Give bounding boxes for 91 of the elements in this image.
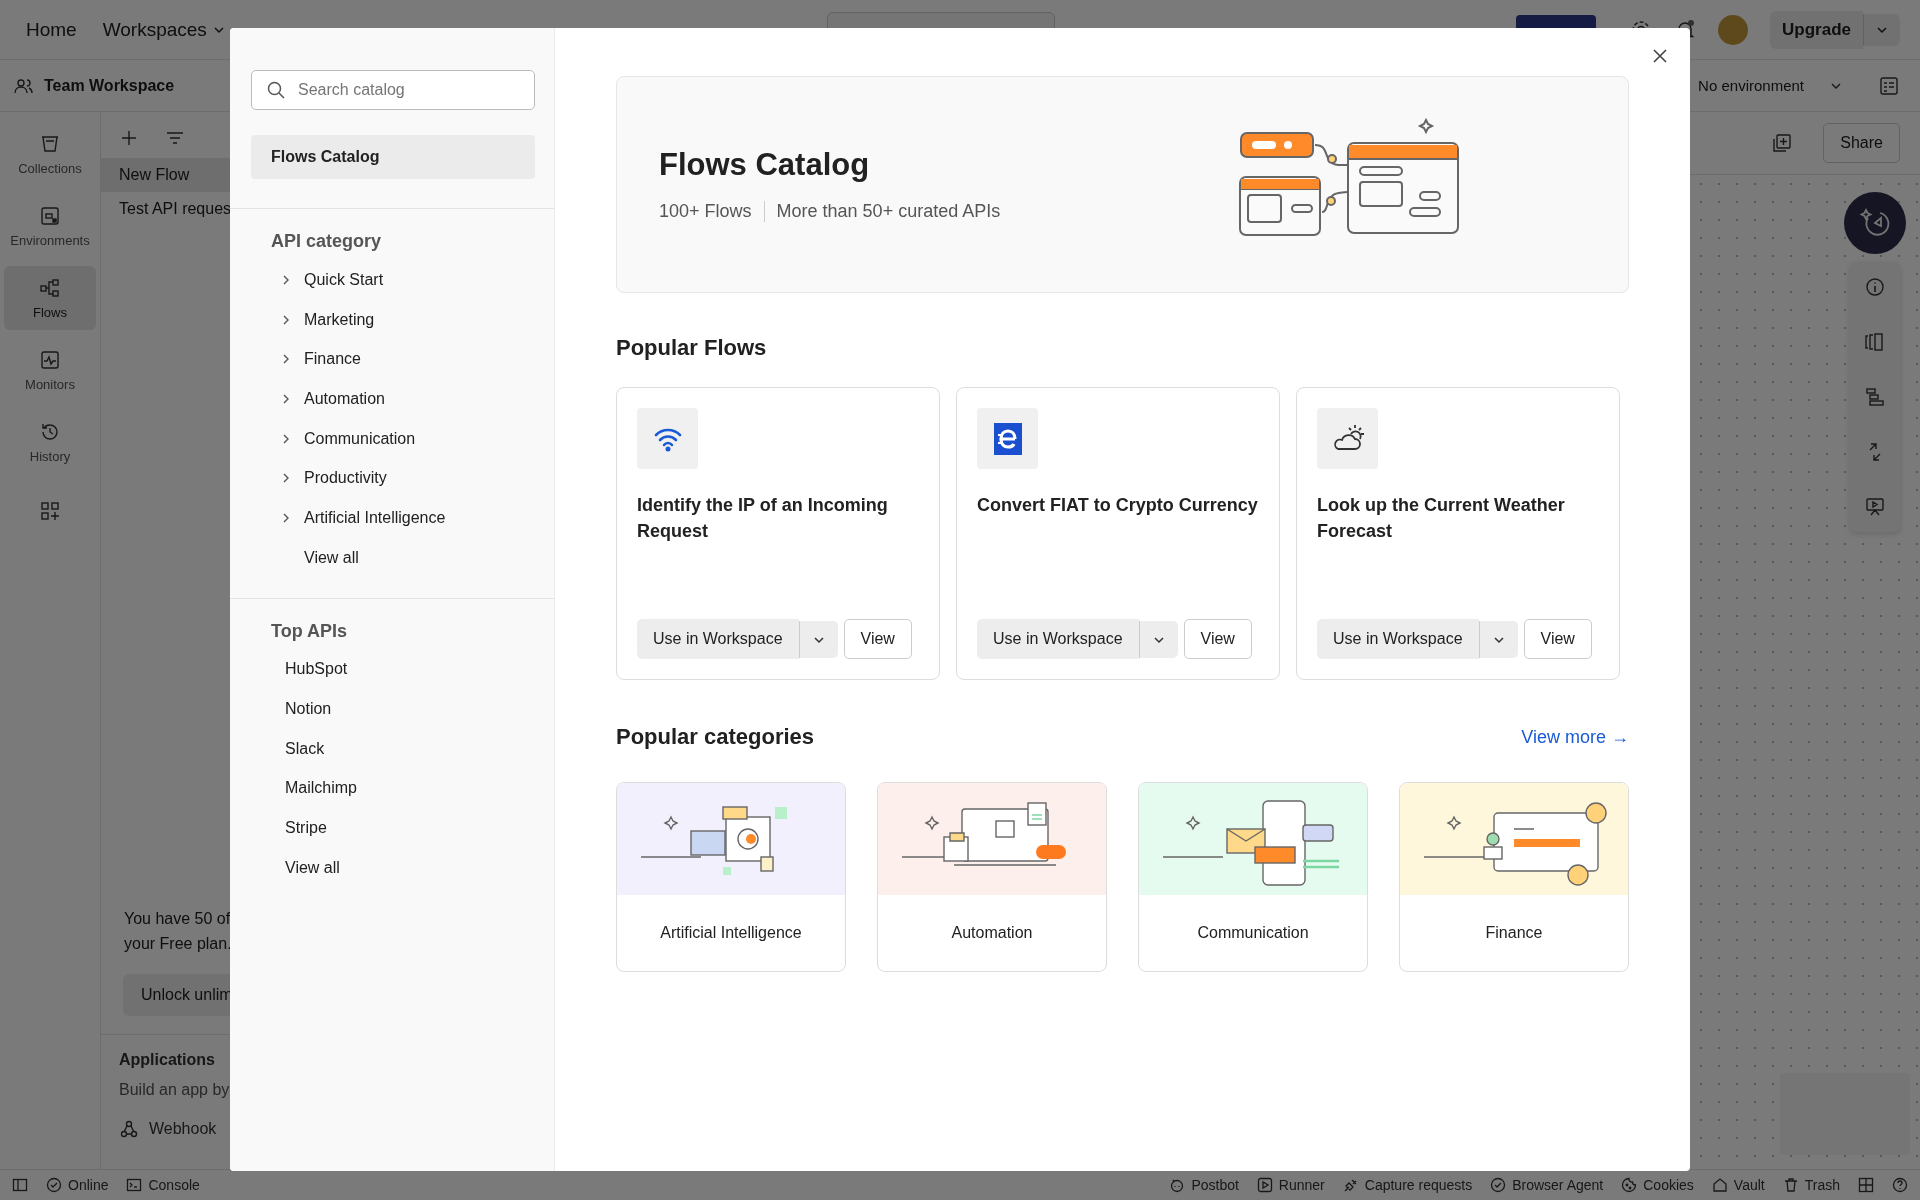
status-item[interactable]: Browser Agent <box>1490 1177 1604 1193</box>
stat-text: 100+ Flows <box>659 201 752 222</box>
play-icon <box>1256 1177 1273 1193</box>
api-item[interactable]: Stripe <box>285 808 327 848</box>
flow-card[interactable]: Identify the IP of an Incoming Request Use in Workspace View <box>616 387 940 680</box>
check-circle-icon <box>46 1177 62 1193</box>
card-title: Automation <box>950 923 1034 943</box>
nodes-icon <box>39 276 61 299</box>
view-button[interactable]: View <box>843 619 912 659</box>
section-title: Popular Flows <box>616 335 768 361</box>
status-item[interactable]: Trash <box>1782 1177 1840 1193</box>
section-title: Top APIs <box>271 620 348 642</box>
view-all-link[interactable]: View all <box>285 847 340 888</box>
help-icon[interactable] <box>1892 1177 1908 1193</box>
sidebar-icon[interactable] <box>12 1177 28 1193</box>
card-title: Convert FIAT to Crypto Currency <box>977 494 1259 517</box>
webhook-item[interactable]: Webhook <box>149 1120 217 1138</box>
category-card[interactable]: Finance <box>1399 782 1629 972</box>
view-more-link[interactable]: View more → <box>1521 726 1629 748</box>
category-card[interactable]: Automation <box>877 782 1107 972</box>
grid-icon[interactable] <box>1858 1177 1874 1193</box>
flow-card[interactable]: Look up the Current Weather Forecast Use in Workspace View <box>1296 387 1620 680</box>
pulse-icon <box>39 348 61 371</box>
status-item[interactable]: Postbot <box>1169 1177 1239 1193</box>
api-item[interactable]: Mailchimp <box>285 768 357 809</box>
plus-icon[interactable] <box>119 128 139 148</box>
info-icon[interactable] <box>1864 276 1886 298</box>
use-in-workspace-button[interactable]: Use in Workspace <box>1317 619 1479 659</box>
trash-icon <box>1782 1177 1799 1193</box>
bot-icon <box>1169 1177 1186 1193</box>
category-card[interactable]: Artificial Intelligence <box>616 782 846 972</box>
status-item[interactable]: Vault <box>1711 1177 1765 1193</box>
hero-title: Flows Catalog <box>659 147 871 183</box>
category-card[interactable]: Communication <box>1138 782 1368 972</box>
search-field[interactable]: Search catalog <box>251 70 535 110</box>
use-in-workspace-button[interactable]: Use in Workspace <box>637 619 799 659</box>
view-button[interactable]: View <box>1183 619 1252 659</box>
view-all-link[interactable]: View all <box>304 548 359 567</box>
share-button[interactable]: Share <box>1823 123 1900 163</box>
rail-item[interactable]: Monitors <box>4 338 96 402</box>
category-item[interactable]: Marketing <box>230 299 554 340</box>
card-title: Finance <box>1484 923 1544 943</box>
card-title: Communication <box>1196 923 1310 943</box>
cookie-icon <box>1621 1177 1638 1193</box>
view-button[interactable]: View <box>1523 619 1592 659</box>
environment-dropdown[interactable]: No environment <box>1698 77 1842 94</box>
upgrade-button[interactable]: Upgrade <box>1770 10 1863 49</box>
nav-item[interactable]: Flows Catalog <box>251 135 535 179</box>
card-title: Identify the IP of an Incoming Request <box>637 494 889 543</box>
grid-plus-icon[interactable] <box>39 500 61 522</box>
api-item[interactable]: Slack <box>285 728 325 769</box>
document-icon[interactable] <box>1878 74 1900 97</box>
status-item[interactable]: Runner <box>1256 1177 1325 1193</box>
stat-text: More than 50+ curated APIs <box>763 201 1001 222</box>
status-item[interactable]: Capture requests <box>1342 1177 1473 1193</box>
section-title: Applications <box>119 1051 216 1069</box>
card-title: Look up the Current Weather Forecast <box>1317 494 1566 543</box>
workspace-name[interactable]: Team Workspace <box>44 76 175 95</box>
house-icon <box>1711 1177 1728 1193</box>
nav-link[interactable]: Workspaces <box>102 18 225 41</box>
section-title: Popular categories <box>616 724 815 750</box>
columns-icon[interactable] <box>1864 331 1886 353</box>
plug-icon <box>1342 1177 1359 1193</box>
category-item[interactable]: Finance <box>230 339 554 380</box>
card-title: Artificial Intelligence <box>659 923 803 943</box>
section-text: Build an app by <box>119 1081 231 1099</box>
flow-card[interactable]: Convert FIAT to Crypto Currency Use in Workspace View <box>956 387 1280 680</box>
api-item[interactable]: Notion <box>285 689 332 729</box>
add-copy-icon[interactable] <box>1771 132 1794 154</box>
status-item[interactable]: Console <box>126 1177 200 1193</box>
category-item[interactable]: Productivity <box>230 458 554 499</box>
presentation-icon[interactable] <box>1864 496 1886 518</box>
layers-icon[interactable] <box>1864 386 1886 408</box>
status-item[interactable]: Online <box>46 1177 109 1193</box>
api-item[interactable]: HubSpot <box>285 649 348 690</box>
avatar[interactable] <box>1718 14 1749 45</box>
terminal-icon <box>126 1177 143 1193</box>
status-item[interactable]: Cookies <box>1621 1177 1694 1193</box>
check-circle-icon <box>1490 1177 1507 1193</box>
nav-link[interactable]: Home <box>26 18 77 41</box>
rail-item[interactable]: Flows <box>4 266 96 330</box>
category-item[interactable]: Artificial Intelligence <box>230 498 554 538</box>
webhook-icon <box>119 1119 139 1139</box>
screen-icon <box>39 204 61 227</box>
category-item[interactable]: Quick Start <box>230 260 554 300</box>
search-icon <box>266 80 286 100</box>
category-item[interactable]: Communication <box>230 418 554 459</box>
section-title: API category <box>271 231 383 252</box>
use-in-workspace-button[interactable]: Use in Workspace <box>977 619 1139 659</box>
category-item[interactable]: Automation <box>230 379 554 419</box>
plan-notice: You have 50 of your Free plan. <box>124 909 233 954</box>
